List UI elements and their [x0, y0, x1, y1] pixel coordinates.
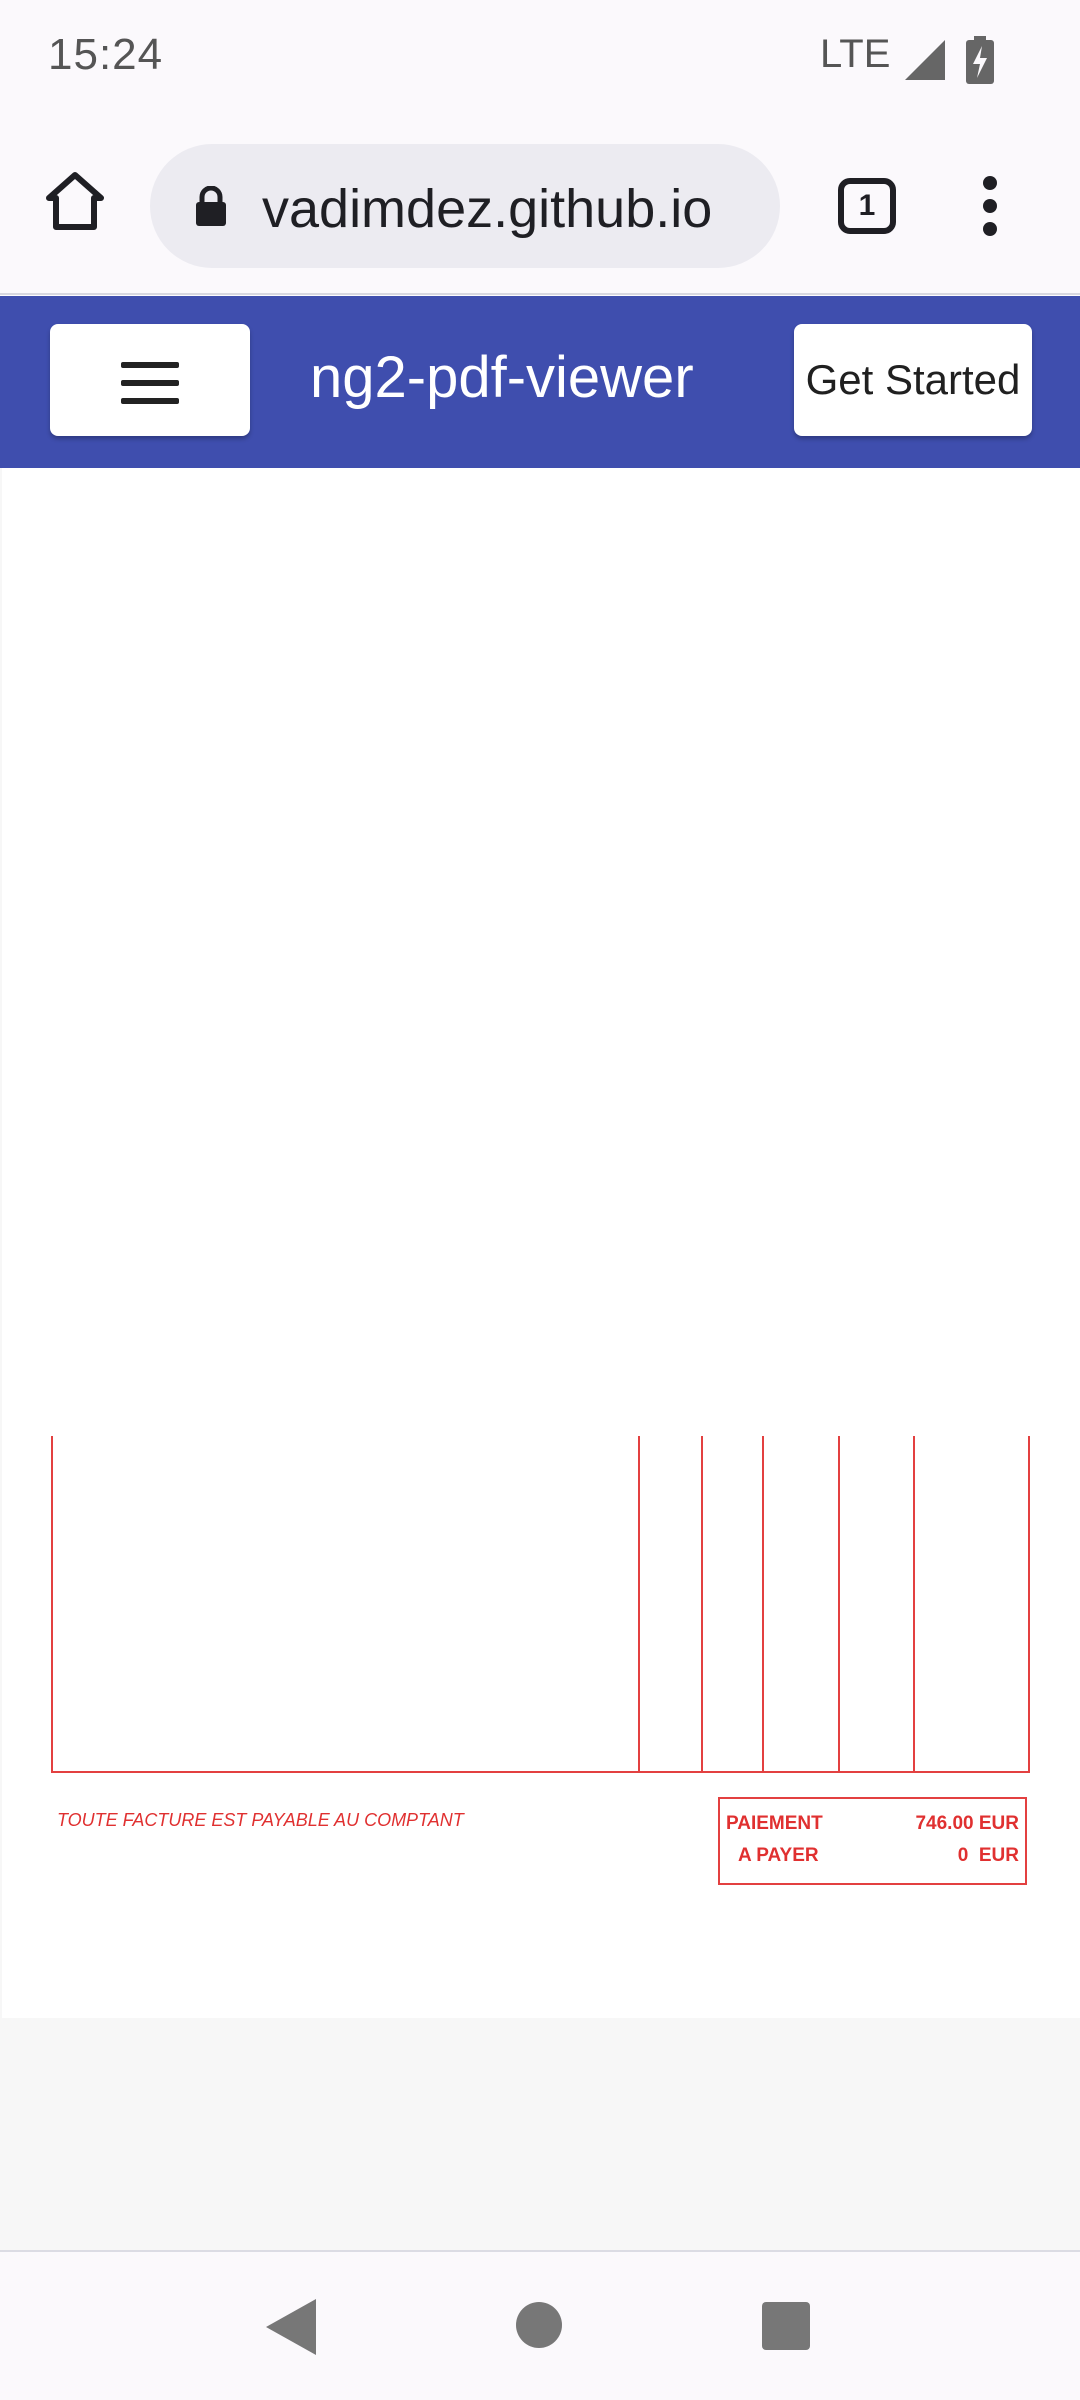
signal-icon	[905, 40, 945, 80]
table-column-divider	[913, 1436, 915, 1773]
paid-label: PAIEMENT	[726, 1813, 823, 1834]
tabs-icon[interactable]: 1	[838, 178, 896, 234]
app-toolbar: ng2-pdf-viewer Get Started	[0, 296, 1080, 468]
payment-summary-box: PAIEMENT 746.00 EUR A PAYER 0 EUR	[718, 1797, 1027, 1885]
navigation-bar	[0, 2250, 1080, 2400]
pdf-page: TOUTE FACTURE EST PAYABLE AU COMPTANT PA…	[2, 468, 1080, 2018]
battery-charging-icon	[966, 36, 994, 84]
table-bottom-border	[51, 1771, 1030, 1773]
home-button-icon[interactable]	[516, 2302, 562, 2348]
back-icon[interactable]	[266, 2299, 316, 2355]
table-column-divider	[762, 1436, 764, 1773]
status-bar: 15:24 LTE	[0, 0, 1080, 118]
app-title: ng2-pdf-viewer	[310, 345, 694, 410]
due-value: 0 EUR	[957, 1845, 1019, 1866]
table-border	[51, 1436, 53, 1773]
table-border	[1028, 1436, 1030, 1773]
get-started-button[interactable]: Get Started	[794, 324, 1032, 436]
url-text: vadimdez.github.io	[262, 179, 713, 239]
menu-button[interactable]	[50, 324, 250, 436]
due-label: A PAYER	[738, 1845, 819, 1866]
menu-icon	[121, 362, 179, 404]
pdf-viewer[interactable]: TOUTE FACTURE EST PAYABLE AU COMPTANT PA…	[0, 468, 1080, 2250]
lock-icon	[196, 186, 226, 226]
home-icon[interactable]	[44, 170, 106, 232]
overflow-menu-icon[interactable]	[980, 176, 1000, 236]
paid-value: 746.00 EUR	[915, 1813, 1019, 1834]
table-column-divider	[701, 1436, 703, 1773]
table-column-divider	[838, 1436, 840, 1773]
status-time: 15:24	[48, 30, 164, 79]
recents-icon[interactable]	[762, 2302, 810, 2350]
payment-terms-note: TOUTE FACTURE EST PAYABLE AU COMPTANT	[57, 1810, 464, 1830]
browser-toolbar: vadimdez.github.io 1	[0, 118, 1080, 295]
address-bar[interactable]: vadimdez.github.io	[150, 144, 780, 268]
network-type: LTE	[820, 32, 891, 76]
table-column-divider	[638, 1436, 640, 1773]
